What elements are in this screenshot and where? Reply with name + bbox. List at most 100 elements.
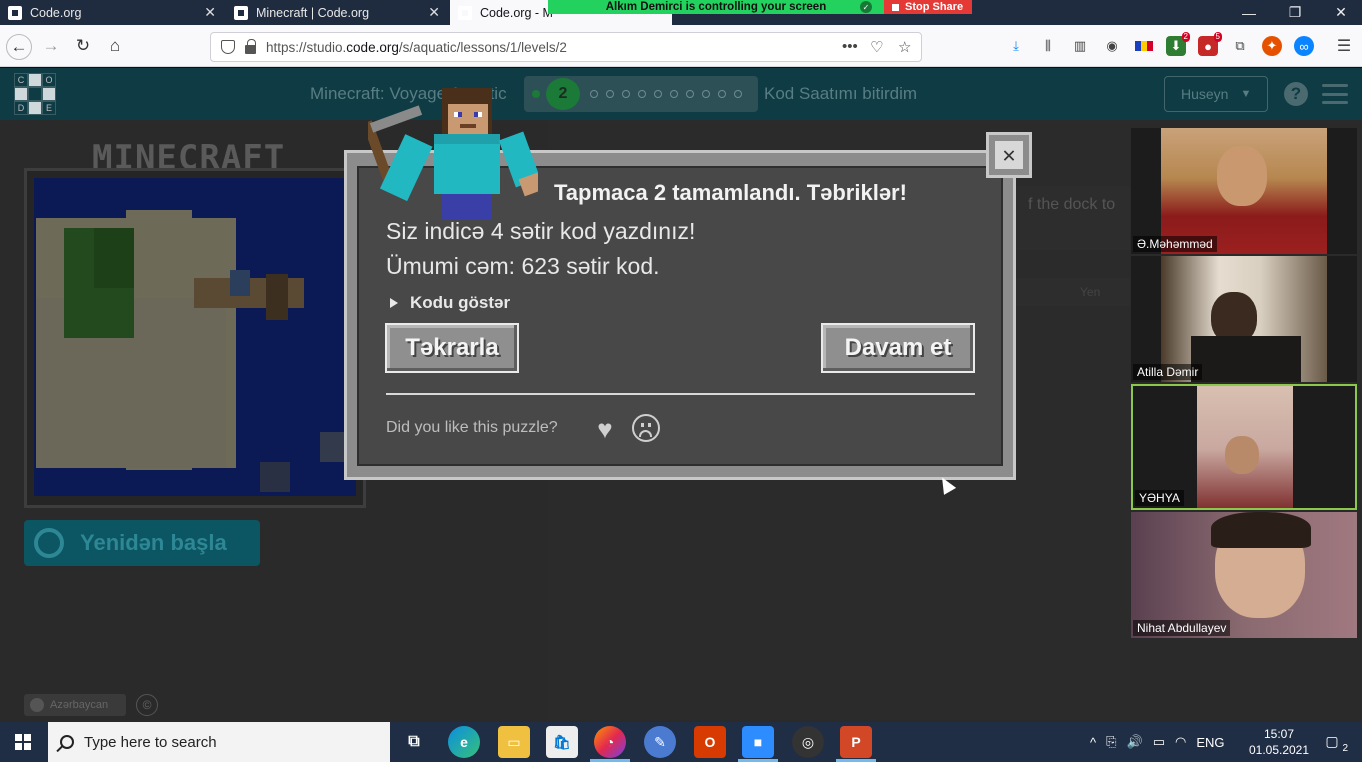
level-dot[interactable] xyxy=(686,90,694,98)
reload-icon[interactable]: ↻ xyxy=(72,35,94,57)
bookmark-star-icon[interactable]: ☆ xyxy=(898,38,911,56)
level-dot[interactable] xyxy=(622,90,630,98)
dialog-close-button[interactable]: ✕ xyxy=(986,132,1032,178)
hamburger-menu-icon[interactable]: ☰ xyxy=(1334,36,1354,56)
reset-label: Yen xyxy=(1080,285,1101,299)
battery-icon[interactable]: ▭ xyxy=(1153,734,1165,750)
stop-share-button[interactable]: Stop Share xyxy=(884,0,972,14)
restore-window-icon[interactable]: ❐ xyxy=(1272,0,1318,25)
close-tab-icon[interactable]: ✕ xyxy=(204,4,216,21)
refresh-icon xyxy=(34,528,64,558)
file-explorer-icon[interactable]: ▭ xyxy=(498,726,530,758)
extension-ball-icon[interactable]: ✦ xyxy=(1262,36,1282,56)
edge-browser-icon[interactable]: e xyxy=(448,726,480,758)
language-indicator[interactable]: ENG xyxy=(1196,735,1224,750)
level-dot[interactable] xyxy=(606,90,614,98)
hour-of-code-done-link[interactable]: Kod Saatımı bitirdim xyxy=(764,84,917,104)
hamburger-menu-icon[interactable] xyxy=(1322,84,1348,104)
clock-time: 15:07 xyxy=(1263,727,1295,741)
language-value: Azərbaycan xyxy=(50,699,109,711)
powerpoint-icon[interactable]: P xyxy=(840,726,872,758)
close-tab-icon[interactable]: ✕ xyxy=(428,4,440,21)
chevron-up-icon[interactable]: ^ xyxy=(1090,735,1096,750)
obs-icon[interactable]: ◎ xyxy=(792,726,824,758)
meet-now-icon[interactable]: ⎘ xyxy=(1106,734,1116,750)
page-actions-menu-icon[interactable]: ••• xyxy=(842,38,858,55)
replay-button[interactable]: Təkrarla xyxy=(385,323,519,373)
user-menu-button[interactable]: Huseyn ▼ xyxy=(1164,76,1268,112)
sidebar-icon[interactable]: ▥ xyxy=(1070,36,1090,56)
paint-icon[interactable]: ✎ xyxy=(644,726,676,758)
current-level-bubble[interactable]: 2 xyxy=(546,78,580,110)
logo-cell xyxy=(28,101,42,115)
back-arrow-icon[interactable]: ← xyxy=(6,34,32,60)
taskbar-search-box[interactable]: Type here to search xyxy=(48,722,390,762)
tab-minecraft[interactable]: Minecraft | Code.org ✕ xyxy=(226,0,448,25)
participant-video[interactable]: Nihat Abdullayev xyxy=(1131,512,1357,638)
level-dot[interactable] xyxy=(734,90,742,98)
sad-face-icon[interactable] xyxy=(632,414,660,442)
level-dot[interactable] xyxy=(718,90,726,98)
notification-count: 2 xyxy=(1342,743,1348,754)
participant-video-active-speaker[interactable]: YƏHYA xyxy=(1131,384,1357,510)
minimize-window-icon[interactable]: — xyxy=(1226,0,1272,25)
level-dot[interactable] xyxy=(702,90,710,98)
adblock-icon[interactable]: ● 5 xyxy=(1198,32,1222,56)
restart-button[interactable]: Yenidən başla xyxy=(24,520,260,566)
lock-icon[interactable] xyxy=(245,38,256,54)
volume-icon[interactable]: 🔊 xyxy=(1127,734,1143,750)
search-placeholder: Type here to search xyxy=(84,733,217,751)
copyright-icon[interactable]: © xyxy=(136,694,158,716)
screen-share-banner: Alkım Demirci is controlling your screen xyxy=(548,0,884,14)
logo-cell xyxy=(14,87,28,101)
notification-center-icon[interactable]: ▢ 2 xyxy=(1320,730,1348,755)
firefox-icon[interactable]: ◔ xyxy=(594,726,626,758)
logo-letter: C xyxy=(14,73,28,87)
show-code-toggle[interactable]: Kodu göstər xyxy=(390,293,510,313)
participant-name: Nihat Abdullayev xyxy=(1133,620,1231,636)
extension-copy-icon[interactable]: ⧉ xyxy=(1230,36,1250,56)
windows-start-button[interactable] xyxy=(0,722,46,762)
heart-icon[interactable]: ♥ xyxy=(590,414,620,444)
system-clock[interactable]: 15:07 01.05.2021 xyxy=(1248,726,1310,758)
help-icon[interactable]: ? xyxy=(1284,82,1308,106)
tab-title: Minecraft | Code.org xyxy=(256,5,370,20)
code-org-logo[interactable]: C O D E xyxy=(14,73,56,115)
logo-letter: E xyxy=(42,101,56,115)
chevron-down-icon: ▼ xyxy=(1240,88,1252,100)
zoom-icon[interactable]: ■ xyxy=(742,726,774,758)
system-tray: ^ ⎘ 🔊 ▭ ◠ ENG xyxy=(1090,722,1225,762)
level-dot[interactable] xyxy=(670,90,678,98)
extension-loop-icon[interactable]: ∞ xyxy=(1294,36,1314,56)
continue-label: Davam et xyxy=(844,334,952,361)
show-code-label: Kodu göstər xyxy=(410,293,511,312)
workspace-reset-button[interactable]: Yen xyxy=(1016,278,1130,306)
continue-button[interactable]: Davam et xyxy=(821,323,975,373)
account-icon[interactable]: ◉ xyxy=(1102,36,1122,56)
language-select[interactable]: Azərbaycan xyxy=(24,694,126,716)
pocket-icon[interactable]: ♡ xyxy=(870,38,883,56)
wifi-icon[interactable]: ◠ xyxy=(1175,734,1186,750)
level-dot[interactable] xyxy=(654,90,662,98)
level-dot[interactable] xyxy=(638,90,646,98)
forward-arrow-icon[interactable]: → xyxy=(40,35,62,57)
home-icon[interactable]: ⌂ xyxy=(104,35,126,57)
tab-code-org[interactable]: Code.org ✕ xyxy=(0,0,224,25)
instructions-panel: f the dock to xyxy=(1016,186,1130,250)
stop-share-label: Stop Share xyxy=(905,1,964,13)
triangle-right-icon xyxy=(390,298,398,308)
office-icon[interactable]: O xyxy=(694,726,726,758)
participant-video[interactable]: Ə.Məhəmməd xyxy=(1131,128,1357,254)
close-window-icon[interactable]: ✕ xyxy=(1318,0,1362,25)
downloads-icon[interactable]: ⤓ xyxy=(1006,36,1026,56)
store-icon[interactable]: 🛍 xyxy=(546,726,578,758)
library-icon[interactable]: ⫼ xyxy=(1038,36,1058,56)
extension-icon[interactable] xyxy=(1134,36,1154,56)
address-bar[interactable]: https://studio.code.org/s/aquatic/lesson… xyxy=(210,32,922,62)
level-dot[interactable] xyxy=(590,90,598,98)
task-view-icon[interactable]: ⧉ xyxy=(398,726,430,758)
participant-video[interactable]: Atilla Dəmir xyxy=(1131,256,1357,382)
tracking-shield-icon[interactable] xyxy=(221,40,235,54)
extension-download-icon[interactable]: ⬇ 2 xyxy=(1166,32,1190,56)
clock-date: 01.05.2021 xyxy=(1248,743,1310,757)
